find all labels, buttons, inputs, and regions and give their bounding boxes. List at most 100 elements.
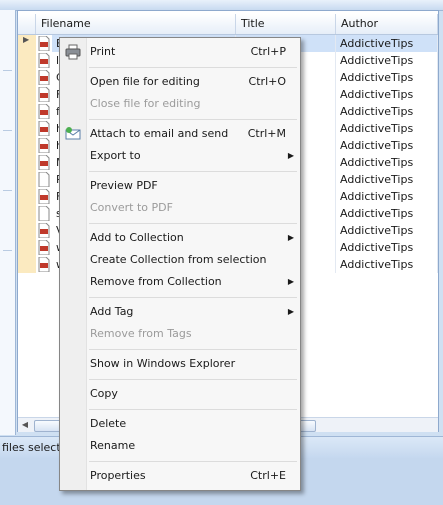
column-header-title[interactable]: Title: [236, 14, 336, 34]
pdf-file-icon: [38, 121, 50, 136]
menu-item-properties[interactable]: Properties Ctrl+E: [60, 465, 300, 487]
menu-item-export-to[interactable]: Export to ▶: [60, 145, 300, 167]
menu-item-label: Add to Collection: [90, 231, 184, 244]
menu-item-show-in-explorer[interactable]: Show in Windows Explorer: [60, 353, 300, 375]
grid-header: Filename Title Author: [18, 14, 438, 35]
pdf-file-icon: [38, 257, 50, 272]
menu-item-label: Add Tag: [90, 305, 134, 318]
author-cell: AddictiveTips: [336, 256, 438, 273]
author-cell: AddictiveTips: [336, 35, 438, 52]
pdf-file-icon: [38, 36, 50, 51]
document-file-icon: [38, 206, 50, 221]
menu-item-add-to-collection[interactable]: Add to Collection ▶: [60, 227, 300, 249]
pdf-file-icon: [38, 138, 50, 153]
menu-separator: [89, 409, 297, 410]
row-gutter: [18, 52, 36, 69]
menu-item-label: Delete: [90, 417, 127, 430]
scroll-left-arrow-icon[interactable]: ◀: [18, 418, 32, 432]
menu-item-close-file-for-editing: Close file for editing: [60, 93, 300, 115]
menu-item-remove-from-collection[interactable]: Remove from Collection ▶: [60, 271, 300, 293]
header-gutter: [18, 14, 36, 34]
row-gutter: [18, 86, 36, 103]
author-cell: AddictiveTips: [336, 69, 438, 86]
menu-item-label: Open file for editing: [90, 75, 200, 88]
pdf-file-icon: [38, 223, 50, 238]
pane-divider: [3, 70, 12, 71]
column-header-filename[interactable]: Filename: [36, 14, 236, 34]
row-gutter: [18, 205, 36, 222]
row-gutter: ▶: [18, 35, 36, 52]
menu-item-shortcut: Ctrl+M: [247, 127, 286, 140]
menu-item-label: Show in Windows Explorer: [90, 357, 236, 370]
author-cell: AddictiveTips: [336, 188, 438, 205]
row-gutter: [18, 188, 36, 205]
menu-item-open-file-for-editing[interactable]: Open file for editing Ctrl+O: [60, 71, 300, 93]
row-selector-arrow-icon: ▶: [23, 35, 30, 44]
menu-item-label: Preview PDF: [90, 179, 158, 192]
menu-item-label: Export to: [90, 149, 141, 162]
status-text: files selecte: [2, 441, 68, 454]
row-gutter: [18, 69, 36, 86]
menu-separator: [89, 461, 297, 462]
row-gutter: [18, 222, 36, 239]
row-gutter: [18, 154, 36, 171]
email-attach-icon: [65, 127, 81, 140]
pdf-file-icon: [38, 155, 50, 170]
menu-item-add-tag[interactable]: Add Tag ▶: [60, 301, 300, 323]
menu-separator: [89, 297, 297, 298]
menu-separator: [89, 349, 297, 350]
pdf-file-icon: [38, 240, 50, 255]
menu-item-delete[interactable]: Delete: [60, 413, 300, 435]
submenu-arrow-icon: ▶: [287, 307, 294, 316]
pdf-file-icon: [38, 70, 50, 85]
author-cell: AddictiveTips: [336, 222, 438, 239]
author-cell: AddictiveTips: [336, 205, 438, 222]
menu-item-label: Properties: [90, 469, 146, 482]
author-cell: AddictiveTips: [336, 154, 438, 171]
menu-item-shortcut: Ctrl+O: [248, 75, 286, 88]
menu-separator: [89, 171, 297, 172]
menu-item-label: Print: [90, 45, 116, 58]
pdf-file-icon: [38, 87, 50, 102]
menu-item-print[interactable]: Print Ctrl+P: [60, 41, 300, 63]
menu-item-copy[interactable]: Copy: [60, 383, 300, 405]
menu-item-convert-to-pdf: Convert to PDF: [60, 197, 300, 219]
left-navigation-pane: [0, 10, 16, 435]
pdf-file-icon: [38, 104, 50, 119]
author-cell: AddictiveTips: [336, 239, 438, 256]
menu-item-label: Remove from Tags: [90, 327, 192, 340]
column-header-author[interactable]: Author: [336, 14, 438, 34]
row-gutter: [18, 137, 36, 154]
menu-item-label: Rename: [90, 439, 136, 452]
submenu-arrow-icon: ▶: [287, 151, 294, 160]
pane-divider: [3, 190, 12, 191]
submenu-arrow-icon: ▶: [287, 277, 294, 286]
menu-item-shortcut: Ctrl+E: [250, 469, 286, 482]
menu-separator: [89, 379, 297, 380]
context-menu: Print Ctrl+P Open file for editing Ctrl+…: [59, 37, 301, 491]
author-cell: AddictiveTips: [336, 171, 438, 188]
row-gutter: [18, 120, 36, 137]
author-cell: AddictiveTips: [336, 120, 438, 137]
menu-item-shortcut: Ctrl+P: [250, 45, 286, 58]
menu-item-create-collection[interactable]: Create Collection from selection: [60, 249, 300, 271]
menu-separator: [89, 223, 297, 224]
document-file-icon: [38, 172, 50, 187]
menu-separator: [89, 119, 297, 120]
author-cell: AddictiveTips: [336, 86, 438, 103]
printer-icon: [65, 44, 81, 60]
pane-divider: [3, 130, 12, 131]
author-cell: AddictiveTips: [336, 52, 438, 69]
menu-item-label: Close file for editing: [90, 97, 201, 110]
row-gutter: [18, 256, 36, 273]
menu-separator: [89, 67, 297, 68]
pdf-file-icon: [38, 53, 50, 68]
menu-item-attach-to-email[interactable]: Attach to email and send Ctrl+M: [60, 123, 300, 145]
menu-item-preview-pdf[interactable]: Preview PDF: [60, 175, 300, 197]
menu-item-rename[interactable]: Rename: [60, 435, 300, 457]
menu-item-label: Convert to PDF: [90, 201, 173, 214]
row-gutter: [18, 171, 36, 188]
row-gutter: [18, 239, 36, 256]
row-gutter: [18, 103, 36, 120]
submenu-arrow-icon: ▶: [287, 233, 294, 242]
